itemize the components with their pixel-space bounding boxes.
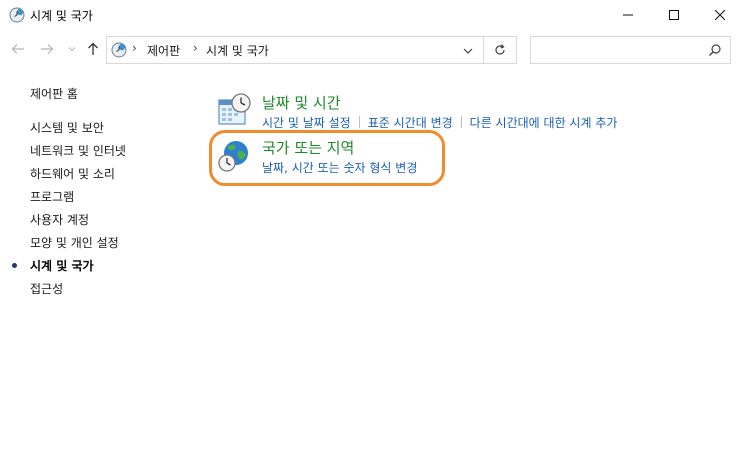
active-bullet-icon <box>12 263 17 268</box>
maximize-button[interactable] <box>651 0 697 30</box>
clock-globe-icon <box>111 42 127 58</box>
highlight-annotation <box>209 130 445 186</box>
link-divider <box>358 116 360 128</box>
close-button[interactable] <box>697 0 743 30</box>
search-input[interactable] <box>530 36 731 64</box>
back-button[interactable] <box>9 40 27 58</box>
arrow-left-icon <box>11 44 24 54</box>
forward-button[interactable] <box>38 40 56 58</box>
control-panel-home-link[interactable]: 제어판 홈 <box>30 85 78 102</box>
arrow-right-icon <box>41 44 54 54</box>
link-set-time-date[interactable]: 시간 및 날짜 설정 <box>262 116 351 130</box>
maximize-icon <box>669 10 679 20</box>
sidebar-item-accessibility[interactable]: 접근성 <box>30 280 63 297</box>
link-change-time-zone[interactable]: 표준 시간대 변경 <box>368 116 453 130</box>
navigation-bar: › 제어판 › 시계 및 국가 <box>0 34 743 66</box>
search-icon <box>708 43 722 57</box>
breadcrumb-separator[interactable]: › <box>193 41 198 55</box>
sidebar-item-network-internet[interactable]: 네트워크 및 인터넷 <box>30 142 126 159</box>
up-button[interactable] <box>84 40 102 58</box>
link-divider <box>460 116 462 128</box>
sidebar-item-hardware-sound[interactable]: 하드웨어 및 소리 <box>30 165 115 182</box>
sidebar-item-system-security[interactable]: 시스템 및 보안 <box>30 119 104 136</box>
close-icon <box>715 10 725 20</box>
breadcrumb-control-panel[interactable]: 제어판 <box>147 42 180 59</box>
sidebar-item-user-accounts[interactable]: 사용자 계정 <box>30 211 89 228</box>
sidebar-item-appearance[interactable]: 모양 및 개인 설정 <box>30 234 119 251</box>
sidebar-item-programs[interactable]: 프로그램 <box>30 188 74 205</box>
arrow-up-icon <box>88 42 98 55</box>
title-bar: 시계 및 국가 <box>0 0 743 30</box>
window-title: 시계 및 국가 <box>30 9 93 23</box>
chevron-down-icon[interactable] <box>461 44 475 58</box>
refresh-button[interactable] <box>484 36 517 64</box>
minimize-button[interactable] <box>605 0 651 30</box>
link-add-clocks[interactable]: 다른 시간대에 대한 시계 추가 <box>470 116 618 130</box>
breadcrumb-clock-region[interactable]: 시계 및 국가 <box>206 42 269 59</box>
category-title-date-time[interactable]: 날짜 및 시간 <box>262 92 341 113</box>
chevron-down-icon <box>68 47 76 52</box>
category-links: 시간 및 날짜 설정 표준 시간대 변경 다른 시간대에 대한 시계 추가 <box>262 114 617 131</box>
address-bar[interactable]: › 제어판 › 시계 및 국가 <box>106 36 484 64</box>
clock-globe-icon <box>9 7 25 23</box>
recent-locations-button[interactable] <box>63 40 81 58</box>
breadcrumb-separator[interactable]: › <box>132 41 137 55</box>
minimize-icon <box>623 14 633 16</box>
refresh-icon <box>495 44 505 55</box>
sidebar-item-clock-region[interactable]: 시계 및 국가 <box>30 257 94 274</box>
calendar-clock-icon[interactable] <box>216 92 252 128</box>
